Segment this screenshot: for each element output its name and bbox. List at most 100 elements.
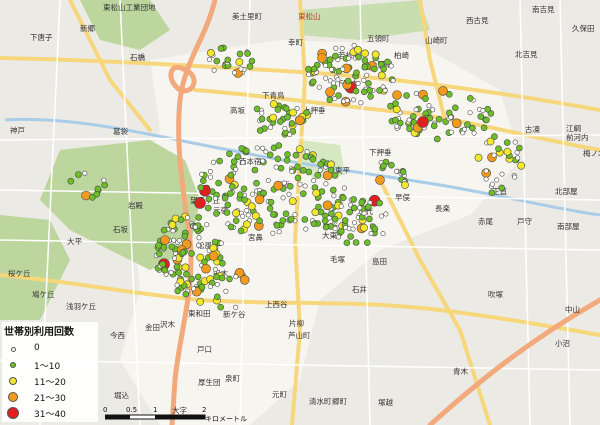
- household-point: [101, 177, 107, 183]
- household-point: [226, 150, 233, 158]
- household-point: [215, 179, 222, 187]
- household-point: [339, 45, 345, 51]
- household-point: [326, 96, 334, 104]
- household-point: [174, 282, 180, 288]
- household-point: [67, 177, 75, 185]
- household-point: [269, 211, 277, 218]
- place-label: 毛塚: [330, 254, 345, 264]
- place-label: 芦山町: [288, 330, 311, 340]
- household-point: [172, 255, 178, 261]
- household-point: [227, 223, 235, 231]
- household-point: [276, 118, 284, 125]
- place-label: 東和田: [188, 308, 211, 318]
- household-point: [184, 215, 190, 221]
- household-point: [434, 135, 441, 143]
- household-point: [217, 303, 224, 311]
- household-point: [289, 108, 297, 117]
- place-label: 幸町: [288, 38, 303, 47]
- household-point: [366, 215, 373, 223]
- household-point: [160, 235, 170, 245]
- household-point: [451, 118, 462, 129]
- household-point: [265, 178, 271, 184]
- map-canvas[interactable]: 東松山工業団地 東松山 美土里町 西古見 南吉見 久保田 新郷 下唐子 幸町 五領町 山崎町 北吉見石…: [0, 0, 600, 425]
- household-point: [287, 132, 293, 138]
- household-point: [332, 96, 338, 102]
- household-point: [331, 172, 339, 179]
- household-point: [260, 189, 267, 197]
- household-point: [195, 242, 201, 248]
- household-point: [292, 151, 300, 159]
- household-point: [206, 56, 212, 62]
- household-point: [194, 273, 202, 281]
- household-point: [380, 162, 387, 170]
- household-point: [512, 174, 518, 180]
- household-point: [177, 216, 185, 223]
- household-point: [467, 110, 473, 116]
- household-point: [379, 213, 385, 219]
- place-label: 元町: [272, 390, 287, 399]
- place-label: 下押垂: [369, 147, 392, 157]
- legend-dot: [11, 347, 16, 352]
- household-point: [240, 185, 248, 193]
- household-point: [317, 161, 324, 168]
- household-point: [260, 158, 266, 164]
- household-point: [198, 283, 206, 291]
- household-point: [351, 220, 357, 226]
- household-point: [323, 181, 329, 187]
- household-point: [195, 214, 202, 221]
- place-label: 桜ケ丘: [8, 268, 31, 278]
- place-label: 柏崎: [394, 50, 409, 60]
- household-point: [207, 169, 213, 175]
- household-point: [303, 226, 309, 232]
- household-point: [295, 115, 305, 126]
- household-point: [322, 223, 330, 231]
- household-point: [276, 229, 282, 235]
- legend: 世帯別利用回数 0 1〜10 11〜20 21〜30 31〜40: [2, 322, 98, 422]
- place-label: 五領町: [367, 33, 390, 43]
- household-point: [325, 87, 335, 97]
- household-point: [244, 208, 250, 214]
- household-point: [253, 105, 261, 113]
- place-label: 新ケ谷: [223, 309, 246, 319]
- household-point: [244, 50, 251, 57]
- place-label: 塚越: [378, 397, 393, 407]
- household-point: [499, 171, 505, 177]
- household-point: [516, 144, 523, 152]
- household-point: [340, 66, 346, 72]
- household-point: [213, 266, 219, 272]
- legend-item-4: 31〜40: [7, 406, 98, 422]
- household-point: [179, 249, 187, 256]
- household-point: [223, 209, 231, 216]
- place-label: 金田: [145, 322, 160, 332]
- household-point: [363, 239, 371, 246]
- household-point: [211, 159, 217, 165]
- household-point: [480, 124, 488, 132]
- household-point: [517, 161, 526, 170]
- household-point: [250, 191, 256, 197]
- legend-label: 11〜20: [34, 378, 66, 388]
- household-point: [314, 171, 322, 179]
- household-point: [284, 151, 291, 158]
- place-label: 今西: [110, 330, 125, 340]
- household-point: [227, 171, 235, 179]
- household-point: [224, 56, 232, 64]
- household-point: [155, 242, 162, 249]
- place-label: 神戸: [10, 125, 25, 135]
- household-point: [282, 210, 290, 218]
- household-point: [211, 67, 217, 73]
- household-point: [311, 178, 317, 184]
- household-point: [206, 49, 215, 57]
- household-point: [213, 273, 220, 281]
- household-point: [201, 258, 208, 266]
- place-label: 葛袋: [113, 126, 128, 136]
- place-label: 郷町: [332, 397, 347, 406]
- household-point: [401, 181, 409, 189]
- household-point: [358, 100, 364, 106]
- household-point: [357, 205, 363, 211]
- place-label: 江綱: [566, 123, 581, 133]
- household-point: [168, 269, 174, 275]
- household-point: [477, 113, 485, 120]
- household-point: [196, 297, 205, 306]
- household-point: [159, 260, 166, 268]
- household-point: [302, 183, 308, 189]
